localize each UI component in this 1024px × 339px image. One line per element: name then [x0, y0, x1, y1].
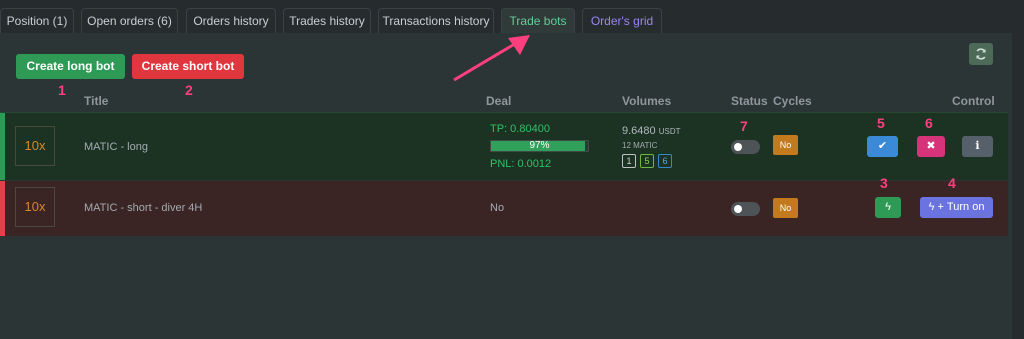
- volume-unit: USDT: [658, 127, 681, 136]
- bot-row-short: 10x MATIC - short - diver 4H No No ϟ ϟ +…: [0, 181, 1008, 236]
- column-deal: Deal: [486, 94, 512, 108]
- refresh-icon: [976, 48, 986, 60]
- turn-on-button[interactable]: ϟ + Turn on: [920, 197, 993, 218]
- volume-usdt: 9.6480 USDT: [622, 125, 681, 137]
- deal-progress-bar: 97%: [490, 140, 589, 152]
- count-badge-3: 6: [658, 154, 672, 168]
- close-icon: ✖: [926, 140, 936, 152]
- column-status: Status: [731, 94, 768, 108]
- turn-on-label: + Turn on: [937, 201, 985, 213]
- column-cycles: Cycles: [773, 94, 812, 108]
- cycles-badge[interactable]: No: [773, 198, 798, 218]
- lightning-icon: ϟ: [885, 201, 891, 213]
- count-badge-2: 5: [640, 154, 654, 168]
- scrollbar[interactable]: [1018, 33, 1024, 233]
- annotation-number: 3: [880, 175, 888, 191]
- tab-open-orders[interactable]: Open orders (6): [81, 8, 178, 34]
- column-control: Control: [952, 94, 995, 108]
- toggle-knob: [734, 143, 742, 151]
- create-long-bot-button[interactable]: Create long bot: [16, 54, 125, 79]
- column-volumes: Volumes: [622, 94, 672, 108]
- bot-title: MATIC - short - diver 4H: [84, 202, 203, 214]
- refresh-button[interactable]: [969, 43, 993, 65]
- lightning-icon: ϟ: [928, 201, 935, 213]
- row-side-indicator: [0, 113, 5, 180]
- annotation-number: 7: [740, 118, 748, 134]
- status-toggle[interactable]: [731, 202, 760, 216]
- tab-orders-history[interactable]: Orders history: [186, 8, 276, 34]
- info-button[interactable]: ℹ: [962, 136, 993, 157]
- annotation-number: 1: [58, 82, 66, 98]
- toggle-knob: [734, 205, 742, 213]
- annotation-number: 5: [877, 115, 885, 131]
- pnl-text: PNL: 0.0012: [490, 158, 552, 170]
- bot-title: MATIC - long: [84, 141, 148, 153]
- take-profit-text: TP: 0.80400: [490, 123, 550, 135]
- close-button[interactable]: ✖: [917, 136, 945, 157]
- count-badge-1: 1: [622, 154, 636, 168]
- annotation-number: 2: [185, 82, 193, 98]
- status-toggle[interactable]: [731, 140, 760, 154]
- check-icon: ✔: [877, 140, 888, 152]
- row-side-indicator: [0, 181, 5, 236]
- confirm-button[interactable]: ✔: [867, 136, 898, 157]
- volume-matic: 12 MATIC: [622, 141, 658, 150]
- leverage-badge: 10x: [15, 126, 55, 166]
- annotation-number: 4: [948, 175, 956, 191]
- leverage-badge: 10x: [15, 187, 55, 227]
- info-icon: ℹ: [975, 140, 980, 152]
- cycles-badge[interactable]: No: [773, 135, 798, 155]
- column-title: Title: [84, 94, 109, 108]
- annotation-number: 6: [925, 115, 933, 131]
- start-button[interactable]: ϟ: [875, 197, 901, 218]
- volume-value: 9.6480: [622, 125, 656, 137]
- tab-orders-grid[interactable]: Order's grid: [582, 8, 662, 34]
- bot-row-long: 10x MATIC - long TP: 0.80400 97% PNL: 0.…: [0, 112, 1008, 180]
- tab-position[interactable]: Position (1): [0, 8, 74, 34]
- progress-label: 97%: [529, 140, 550, 151]
- create-short-bot-button[interactable]: Create short bot: [132, 54, 244, 79]
- tab-trades-history[interactable]: Trades history: [283, 8, 371, 34]
- pointer-arrow-icon: [453, 35, 530, 82]
- deal-text: No: [490, 202, 505, 214]
